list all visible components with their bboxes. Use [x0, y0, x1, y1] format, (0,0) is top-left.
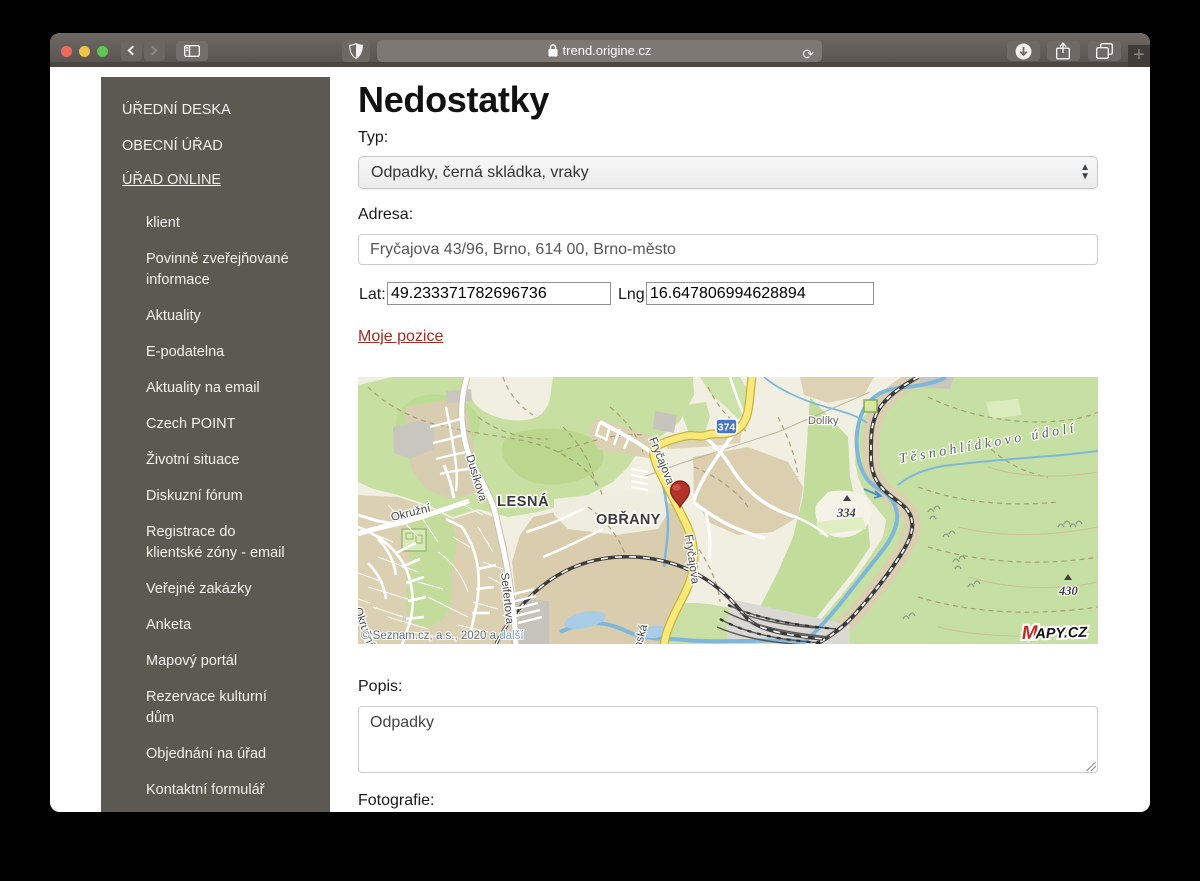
svg-text:430: 430: [1058, 584, 1079, 598]
svg-text:334: 334: [836, 506, 856, 520]
svg-text:OBŘANY: OBŘANY: [596, 510, 661, 528]
svg-text:LESNÁ: LESNÁ: [497, 493, 549, 510]
svg-text:© Seznam.cz, a.s., 2020 a dalš: © Seznam.cz, a.s., 2020 a další: [361, 630, 524, 642]
svg-text:374: 374: [718, 422, 736, 434]
svg-text:APY.CZ: APY.CZ: [1034, 625, 1089, 643]
svg-text:Dolíky: Dolíky: [808, 415, 839, 427]
